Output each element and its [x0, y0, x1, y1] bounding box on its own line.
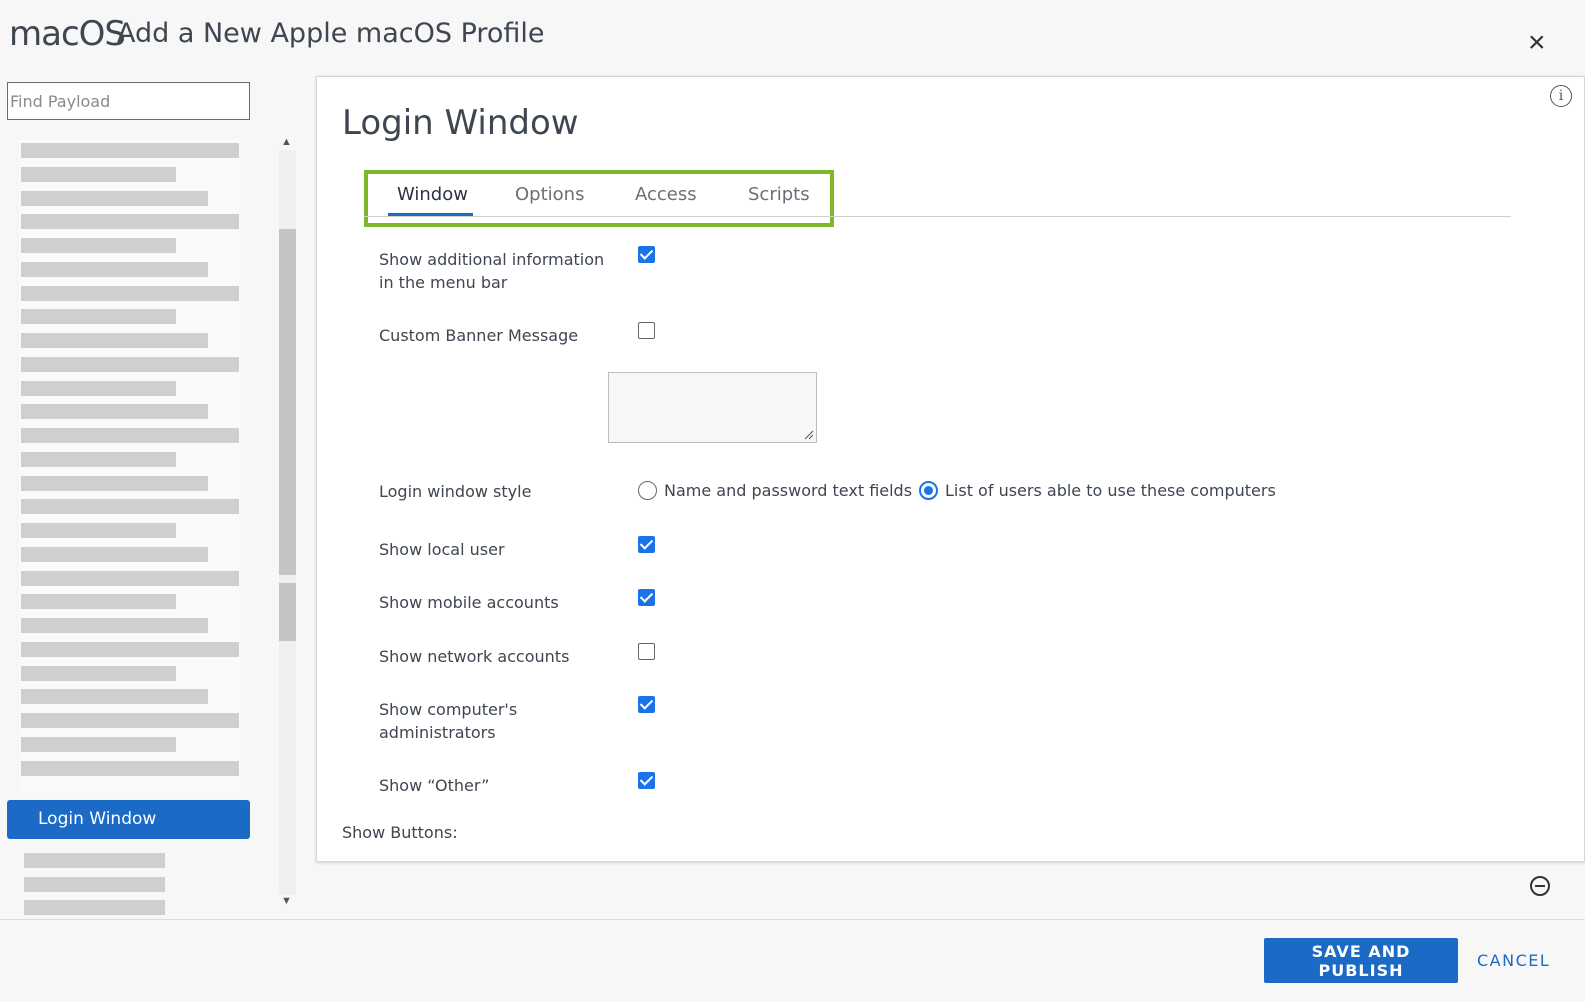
radio-name-password-label: Name and password text fields [664, 481, 913, 500]
tab-options[interactable]: Options [515, 184, 584, 205]
list-item[interactable] [21, 143, 239, 158]
list-item[interactable] [21, 618, 208, 633]
active-tab-indicator [388, 213, 473, 216]
list-item[interactable] [21, 547, 208, 562]
scroll-up-icon[interactable]: ▲ [281, 136, 292, 148]
scrollbar-thumb[interactable] [279, 229, 296, 575]
radio-name-password[interactable] [638, 481, 657, 500]
show-mobile-accounts-label: Show mobile accounts [379, 593, 559, 612]
info-icon[interactable]: i [1550, 85, 1572, 107]
list-item[interactable] [21, 761, 239, 776]
tab-divider [364, 216, 1511, 217]
list-item[interactable] [21, 594, 176, 609]
list-item[interactable] [21, 571, 239, 586]
close-icon[interactable]: × [1528, 28, 1546, 58]
tab-window[interactable]: Window [397, 184, 468, 205]
show-other-label: Show “Other” [379, 776, 490, 795]
list-item[interactable] [21, 191, 208, 206]
list-item[interactable] [21, 286, 239, 301]
sidebar-item-login-window[interactable]: Login Window [7, 800, 250, 839]
custom-banner-label: Custom Banner Message [379, 326, 579, 345]
list-item[interactable] [21, 262, 208, 277]
list-item[interactable] [21, 167, 176, 182]
show-other-checkbox[interactable] [638, 772, 655, 789]
search-input[interactable] [7, 82, 250, 120]
show-network-accounts-label: Show network accounts [379, 647, 570, 666]
show-admins-checkbox[interactable] [638, 696, 655, 713]
brand-logo: macOS [9, 14, 126, 54]
show-local-user-checkbox[interactable] [638, 536, 655, 553]
tab-access[interactable]: Access [635, 184, 697, 205]
list-item[interactable] [24, 900, 165, 915]
show-admins-label: Show computer's administrators [379, 700, 518, 742]
payload-list [19, 140, 241, 792]
list-item[interactable] [21, 309, 176, 324]
list-item[interactable] [21, 214, 239, 229]
list-item[interactable] [21, 357, 239, 372]
list-item[interactable] [24, 853, 165, 868]
show-local-user-label: Show local user [379, 540, 505, 559]
list-item[interactable] [21, 666, 176, 681]
banner-message-textarea[interactable] [608, 372, 817, 443]
custom-banner-checkbox[interactable] [638, 322, 655, 339]
panel-title: Login Window [342, 103, 579, 143]
list-item[interactable] [24, 877, 165, 892]
tab-scripts[interactable]: Scripts [748, 184, 810, 205]
show-additional-info-checkbox[interactable] [638, 246, 655, 263]
login-window-panel: Login Window i Window Options Access Scr… [316, 76, 1585, 862]
cancel-button[interactable]: CANCEL [1477, 951, 1550, 970]
list-item[interactable] [21, 333, 208, 348]
list-item[interactable] [21, 452, 176, 467]
scroll-down-icon[interactable]: ▼ [281, 895, 292, 907]
list-item[interactable] [21, 428, 239, 443]
show-mobile-accounts-checkbox[interactable] [638, 589, 655, 606]
page-title: Add a New Apple macOS Profile [117, 18, 545, 49]
radio-list-users[interactable] [919, 481, 938, 500]
list-item[interactable] [21, 404, 208, 419]
save-and-publish-button[interactable]: SAVE AND PUBLISH [1264, 938, 1458, 983]
resize-handle-icon[interactable] [804, 430, 814, 440]
list-item[interactable] [21, 689, 208, 704]
login-style-label: Login window style [379, 482, 532, 501]
footer: SAVE AND PUBLISH CANCEL [0, 919, 1585, 1002]
list-item[interactable] [21, 499, 239, 514]
list-item[interactable] [21, 713, 239, 728]
list-item[interactable] [21, 381, 176, 396]
list-item[interactable] [21, 238, 176, 253]
list-item[interactable] [21, 523, 176, 538]
scrollbar-thumb-secondary[interactable] [279, 583, 296, 641]
list-item[interactable] [21, 737, 176, 752]
list-item[interactable] [21, 642, 239, 657]
header: macOS Add a New Apple macOS Profile × [0, 0, 1585, 70]
show-additional-info-label: Show additional information in the menu … [379, 250, 605, 292]
show-network-accounts-checkbox[interactable] [638, 643, 655, 660]
show-buttons-label: Show Buttons: [342, 823, 458, 842]
list-item[interactable] [21, 476, 208, 491]
remove-payload-icon[interactable] [1530, 876, 1550, 896]
radio-list-users-label: List of users able to use these computer… [945, 481, 1276, 500]
